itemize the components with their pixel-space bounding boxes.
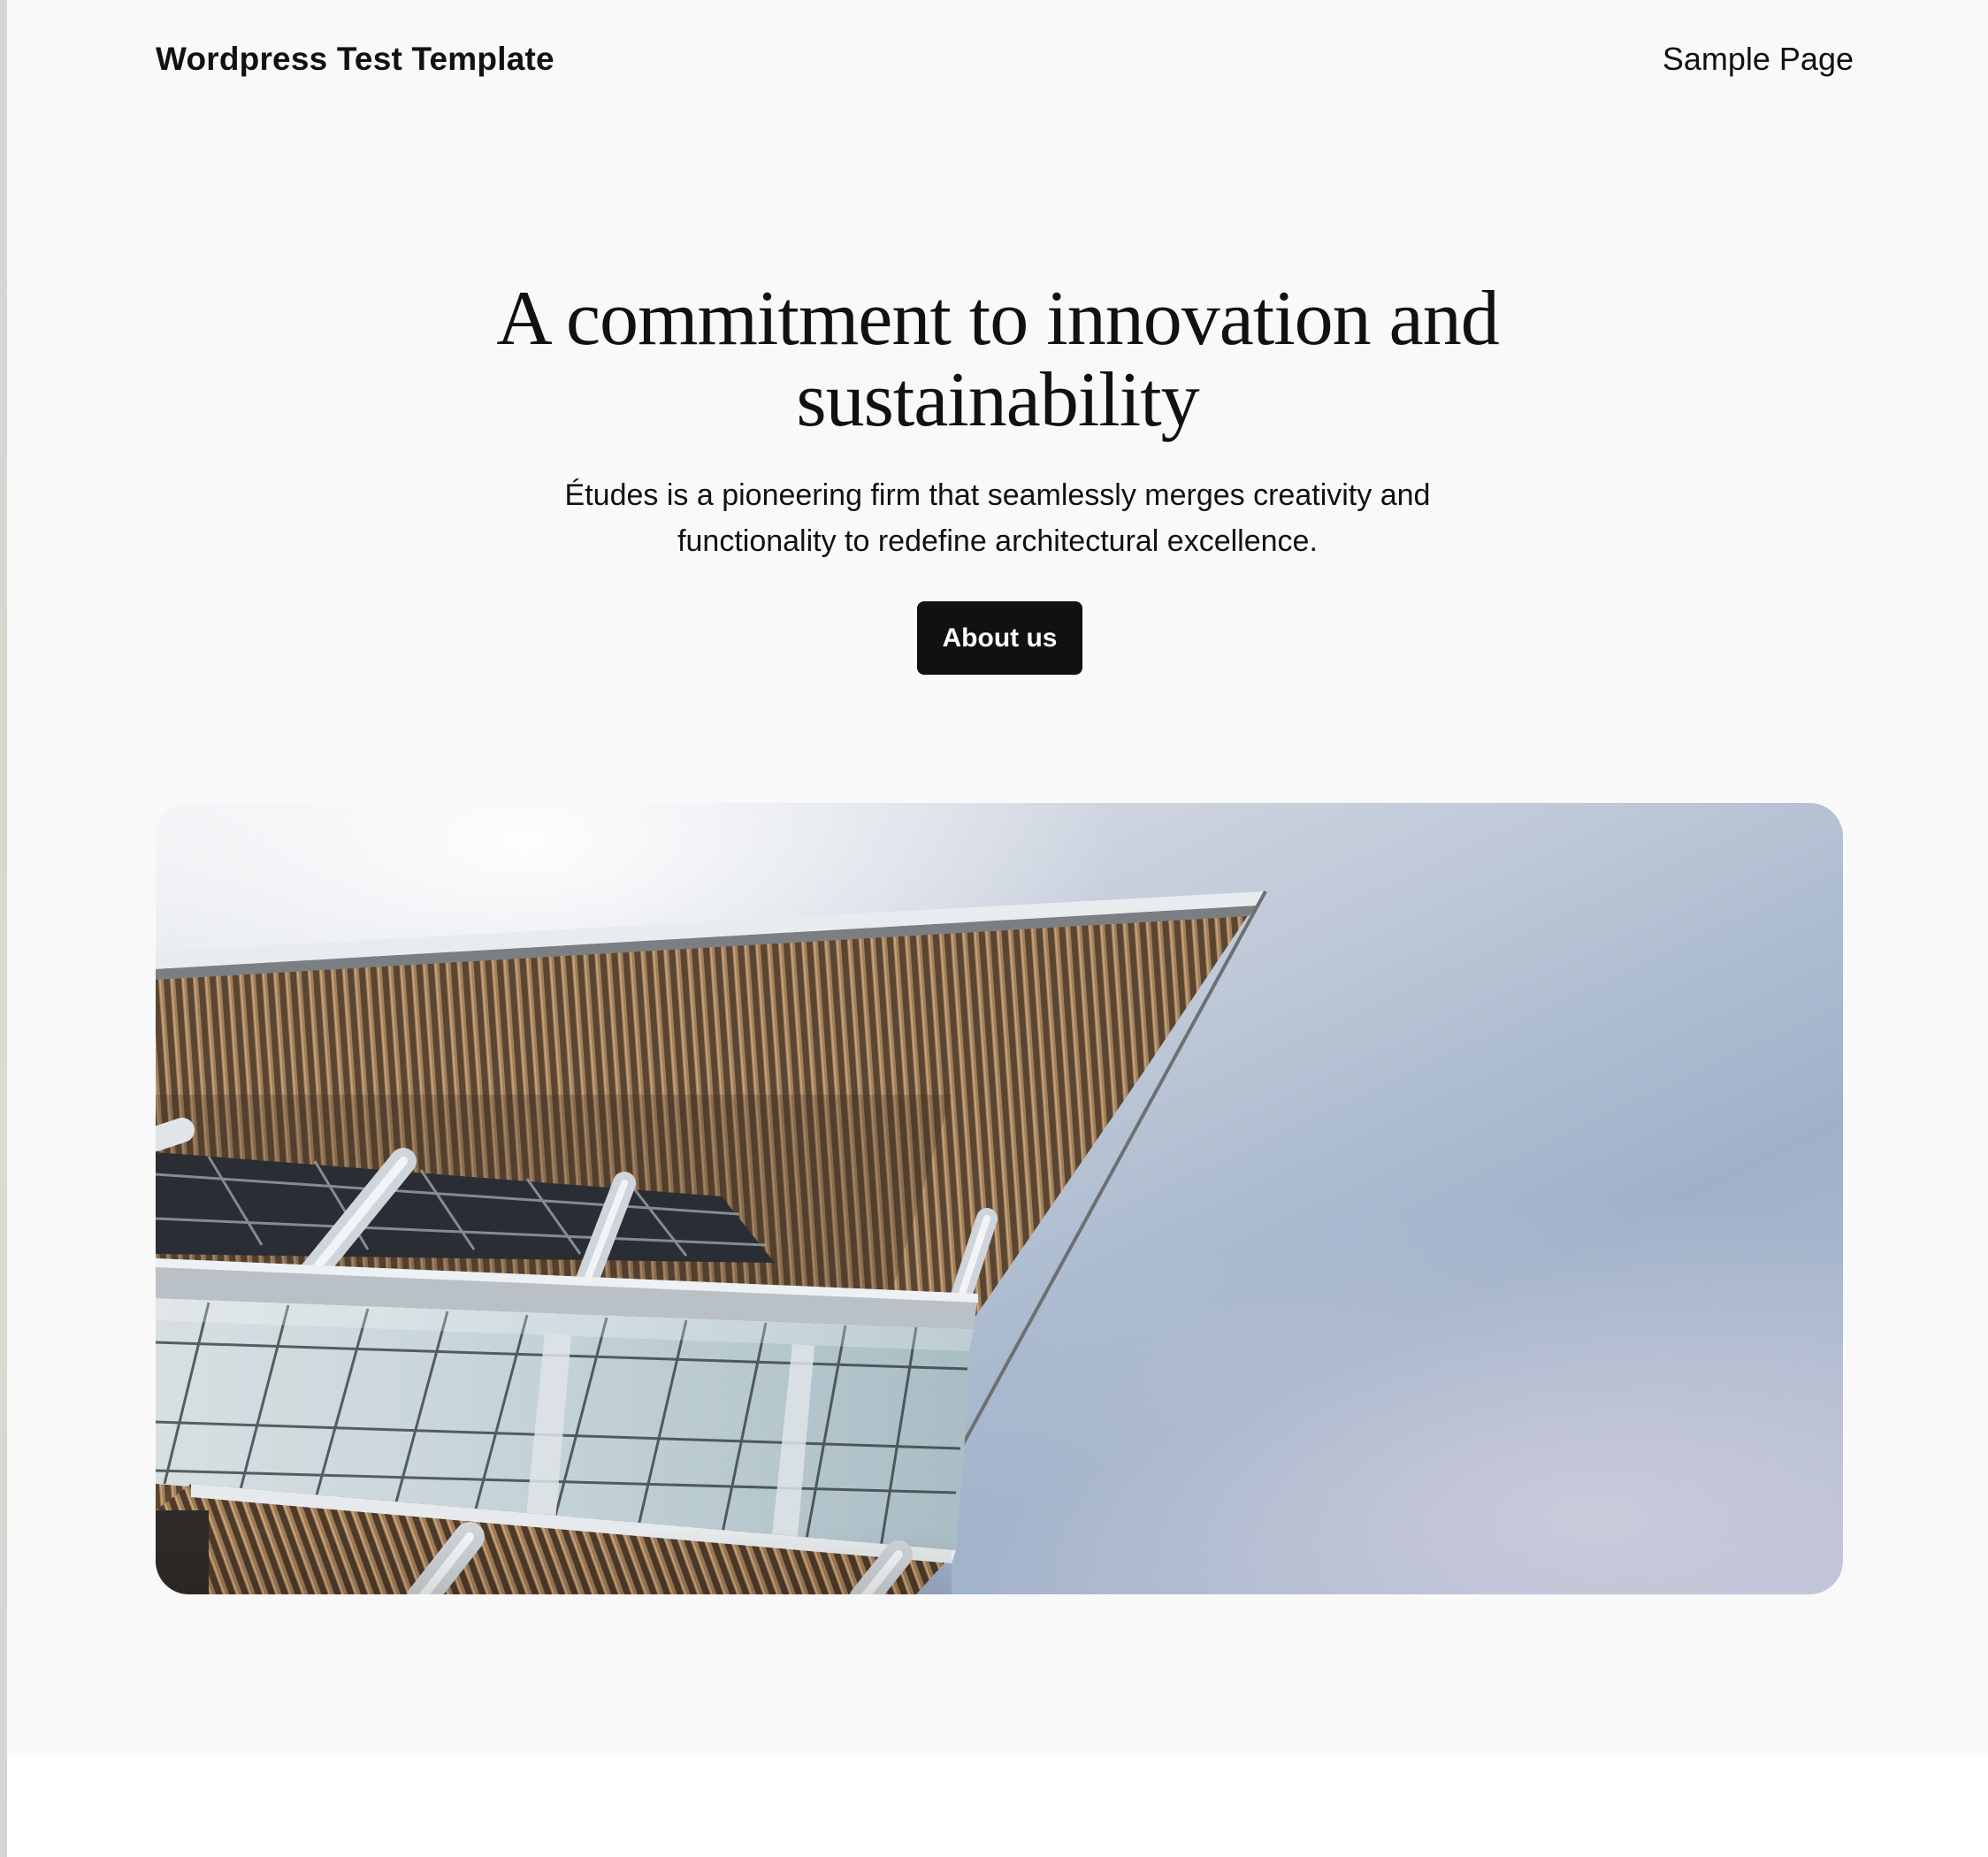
hero-subtitle: Études is a pioneering firm that seamles… <box>7 472 1988 564</box>
nav-link-sample-page[interactable]: Sample Page <box>1663 41 1854 78</box>
page-lower-section <box>7 1755 1988 1857</box>
hero-heading: A commitment to innovation and sustainab… <box>7 279 1988 441</box>
hero-heading-line-2: sustainability <box>796 357 1199 443</box>
window-left-edge <box>0 0 7 1857</box>
hero-subtitle-line-1: Études is a pioneering firm that seamles… <box>564 478 1431 512</box>
page: Wordpress Test Template Sample Page A co… <box>7 0 1988 1755</box>
site-title-link[interactable]: Wordpress Test Template <box>156 41 554 78</box>
hero-image <box>156 803 1843 1594</box>
hero-subtitle-line-2: functionality to redefine architectural … <box>677 524 1318 558</box>
hero-heading-line-1: A commitment to innovation and <box>496 276 1499 362</box>
about-us-button[interactable]: About us <box>917 601 1082 675</box>
building-canopy-illustration <box>156 803 1843 1594</box>
